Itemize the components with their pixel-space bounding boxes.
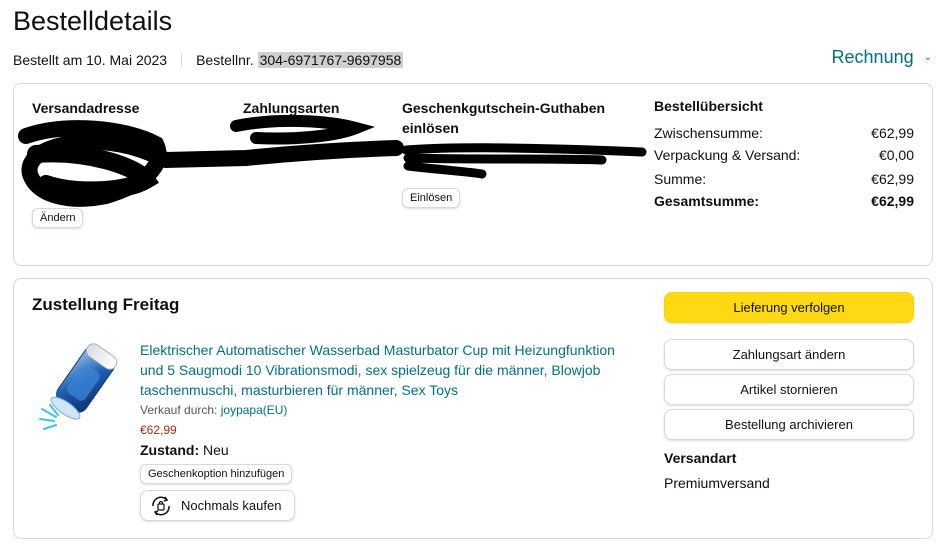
buy-again-label: Nochmals kaufen <box>181 498 282 513</box>
delivery-title: Zustellung Freitag <box>32 295 180 314</box>
sold-by-label: Verkauf durch: <box>140 403 218 417</box>
sold-by: Verkauf durch: joypapa(EU) <box>140 403 287 417</box>
track-package-button[interactable]: Lieferung verfolgen <box>664 292 914 323</box>
shipping-method-heading: Versandart <box>664 450 737 466</box>
summary-row-grand-total: Gesamtsumme: €62,99 <box>654 192 914 210</box>
summary-title: Bestellübersicht <box>654 98 763 114</box>
buy-again-icon <box>152 496 170 515</box>
summary-row-subtotal: Zwischensumme: €62,99 <box>654 124 914 142</box>
cancel-items-button[interactable]: Artikel stornieren <box>664 374 914 405</box>
summary-row-total: Summe: €62,99 <box>654 170 914 188</box>
summary-value: €62,99 <box>871 125 914 141</box>
redaction-scribble <box>402 143 647 179</box>
invoice-label: Rechnung <box>831 47 914 67</box>
product-image[interactable] <box>34 339 128 434</box>
add-gift-option-button[interactable]: Geschenkoption hinzufügen <box>140 464 293 484</box>
summary-value: €62,99 <box>871 193 914 209</box>
page-title: Bestelldetails <box>13 6 173 36</box>
order-summary: Bestellübersicht Zwischensumme: €62,99 V… <box>654 98 914 214</box>
chevron-down-icon: ⌄ <box>923 52 932 63</box>
order-info-box: Versandadresse Zahlungsarten Geschenkgut… <box>13 83 933 266</box>
gift-card-heading: Geschenkgutschein-Guthaben einlösen <box>402 100 606 136</box>
seller-link[interactable]: joypapa(EU) <box>221 403 288 417</box>
summary-value: €62,99 <box>871 171 914 187</box>
redeem-button[interactable]: Einlösen <box>402 188 461 208</box>
order-number-label: Bestellnr. <box>196 52 254 68</box>
shipping-method-value: Premiumversand <box>664 475 770 491</box>
summary-value: €0,00 <box>878 147 914 163</box>
summary-label: Summe: <box>654 171 707 187</box>
delivery-box: Zustellung Freitag Elektrischer Automati… <box>13 278 933 539</box>
product-title-link[interactable]: Elektrischer Automatischer Wasserbad Mas… <box>140 340 640 400</box>
condition-value: Neu <box>203 442 229 458</box>
order-meta: Bestellt am 10. Mai 2023 Bestellnr. 304-… <box>13 52 404 68</box>
summary-label: Zwischensumme: <box>654 125 763 141</box>
order-date: Bestellt am 10. Mai 2023 <box>13 52 168 68</box>
archive-order-button[interactable]: Bestellung archivieren <box>664 409 914 440</box>
condition-label: Zustand: <box>140 442 200 458</box>
product-condition: Zustand: Neu <box>140 442 229 458</box>
change-payment-button[interactable]: Zahlungsart ändern <box>664 339 914 370</box>
redaction-scribble <box>18 114 404 207</box>
invoice-dropdown[interactable]: Rechnung ⌄ <box>832 47 932 68</box>
product-price: €62,99 <box>140 423 177 437</box>
buy-again-button[interactable]: Nochmals kaufen <box>140 490 295 521</box>
divider <box>181 53 183 67</box>
order-number: 304-6971767-9697958 <box>257 52 404 68</box>
summary-label: Gesamtsumme: <box>654 193 760 209</box>
change-address-button[interactable]: Ändern <box>32 208 84 228</box>
summary-label: Verpackung & Versand: <box>654 147 801 163</box>
summary-row-shipping: Verpackung & Versand: €0,00 <box>654 146 914 164</box>
